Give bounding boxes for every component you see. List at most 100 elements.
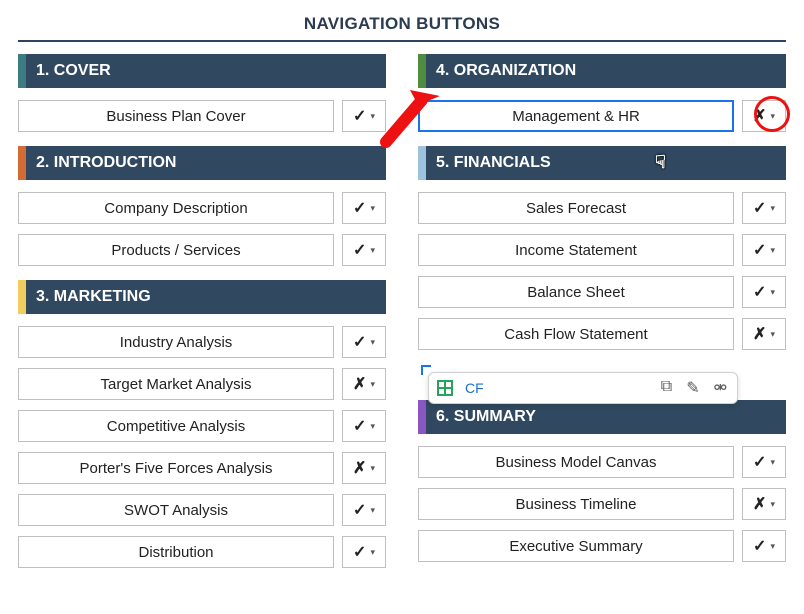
- edit-icon[interactable]: ✎: [686, 378, 699, 398]
- nav-porters-five-forces[interactable]: Porter's Five Forces Analysis: [18, 452, 334, 484]
- nav-row: Business Timeline ✗ ▾: [418, 488, 786, 520]
- nav-income-statement[interactable]: Income Statement: [418, 234, 734, 266]
- popup-tools: ⧉ ✎ ⚮: [661, 378, 727, 398]
- toggle-sales-forecast[interactable]: ✓ ▾: [742, 192, 786, 224]
- mark-check-icon: ✓: [353, 106, 366, 126]
- section-header-summary: 6. SUMMARY: [418, 400, 786, 434]
- nav-row: Sales Forecast ✓ ▾: [418, 192, 786, 224]
- toggle-business-model-canvas[interactable]: ✓ ▾: [742, 446, 786, 478]
- nav-swot-analysis[interactable]: SWOT Analysis: [18, 494, 334, 526]
- nav-business-timeline[interactable]: Business Timeline: [418, 488, 734, 520]
- mark-check-icon: ✓: [753, 282, 766, 302]
- mark-cross-icon: ✗: [353, 458, 366, 478]
- nav-row: Products / Services ✓ ▾: [18, 234, 386, 266]
- nav-row: Income Statement ✓ ▾: [418, 234, 786, 266]
- nav-cash-flow-statement[interactable]: Cash Flow Statement: [418, 318, 734, 350]
- nav-row: Balance Sheet ✓ ▾: [418, 276, 786, 308]
- section-label: 4. ORGANIZATION: [426, 62, 576, 80]
- nav-company-description[interactable]: Company Description: [18, 192, 334, 224]
- section-header-introduction: 2. INTRODUCTION: [18, 146, 386, 180]
- caret-down-icon: ▾: [770, 203, 775, 214]
- nav-sales-forecast[interactable]: Sales Forecast: [418, 192, 734, 224]
- toggle-business-timeline[interactable]: ✗ ▾: [742, 488, 786, 520]
- toggle-swot-analysis[interactable]: ✓ ▾: [342, 494, 386, 526]
- toggle-balance-sheet[interactable]: ✓ ▾: [742, 276, 786, 308]
- toggle-executive-summary[interactable]: ✓ ▾: [742, 530, 786, 562]
- columns: 1. COVER Business Plan Cover ✓ ▾ 2. INTR…: [18, 54, 786, 578]
- nav-row: Executive Summary ✓ ▾: [418, 530, 786, 562]
- nav-row: Porter's Five Forces Analysis ✗ ▾: [18, 452, 386, 484]
- caret-down-icon: ▾: [370, 505, 375, 516]
- link-popup: CF ⧉ ✎ ⚮: [428, 372, 738, 404]
- nav-row: Competitive Analysis ✓ ▾: [18, 410, 386, 442]
- nav-products-services[interactable]: Products / Services: [18, 234, 334, 266]
- nav-row: Business Model Canvas ✓ ▾: [418, 446, 786, 478]
- section-label: 6. SUMMARY: [426, 408, 536, 426]
- mark-cross-icon: ✗: [753, 494, 766, 514]
- mark-check-icon: ✓: [353, 198, 366, 218]
- nav-industry-analysis[interactable]: Industry Analysis: [18, 326, 334, 358]
- nav-distribution[interactable]: Distribution: [18, 536, 334, 568]
- toggle-industry-analysis[interactable]: ✓ ▾: [342, 326, 386, 358]
- nav-row: Distribution ✓ ▾: [18, 536, 386, 568]
- selection-corner-icon: [421, 365, 431, 375]
- toggle-cash-flow-statement[interactable]: ✗ ▾: [742, 318, 786, 350]
- mark-check-icon: ✓: [353, 332, 366, 352]
- toggle-porters-five-forces[interactable]: ✗ ▾: [342, 452, 386, 484]
- accent-cover: [18, 54, 26, 88]
- caret-down-icon: ▾: [370, 337, 375, 348]
- nav-row: Industry Analysis ✓ ▾: [18, 326, 386, 358]
- section-label: 3. MARKETING: [26, 288, 151, 306]
- mark-check-icon: ✓: [353, 416, 366, 436]
- mark-cross-icon: ✗: [753, 106, 766, 126]
- caret-down-icon: ▾: [770, 111, 775, 122]
- mark-check-icon: ✓: [353, 240, 366, 260]
- toggle-products-services[interactable]: ✓ ▾: [342, 234, 386, 266]
- section-label: 2. INTRODUCTION: [26, 154, 176, 172]
- caret-down-icon: ▾: [770, 245, 775, 256]
- page-title: NAVIGATION BUTTONS: [18, 14, 786, 42]
- caret-down-icon: ▾: [770, 329, 775, 340]
- nav-row: Business Plan Cover ✓ ▾: [18, 100, 386, 132]
- toggle-target-market-analysis[interactable]: ✗ ▾: [342, 368, 386, 400]
- accent-summary: [418, 400, 426, 434]
- nav-balance-sheet[interactable]: Balance Sheet: [418, 276, 734, 308]
- toggle-distribution[interactable]: ✓ ▾: [342, 536, 386, 568]
- toggle-income-statement[interactable]: ✓ ▾: [742, 234, 786, 266]
- nav-business-plan-cover[interactable]: Business Plan Cover: [18, 100, 334, 132]
- table-icon: [437, 380, 453, 396]
- caret-down-icon: ▾: [770, 499, 775, 510]
- caret-down-icon: ▾: [370, 463, 375, 474]
- section-header-organization: 4. ORGANIZATION: [418, 54, 786, 88]
- accent-introduction: [18, 146, 26, 180]
- nav-target-market-analysis[interactable]: Target Market Analysis: [18, 368, 334, 400]
- unlink-icon[interactable]: ⚮: [714, 378, 727, 398]
- toggle-management-hr[interactable]: ✗ ▾: [742, 100, 786, 132]
- accent-financials: [418, 146, 426, 180]
- caret-down-icon: ▾: [370, 379, 375, 390]
- link-label[interactable]: CF: [465, 380, 484, 396]
- toggle-competitive-analysis[interactable]: ✓ ▾: [342, 410, 386, 442]
- mark-check-icon: ✓: [753, 240, 766, 260]
- nav-row: Management & HR ✗ ▾: [418, 100, 786, 132]
- mark-check-icon: ✓: [353, 542, 366, 562]
- caret-down-icon: ▾: [370, 547, 375, 558]
- nav-row: SWOT Analysis ✓ ▾: [18, 494, 386, 526]
- nav-management-hr[interactable]: Management & HR: [418, 100, 734, 132]
- caret-down-icon: ▾: [770, 457, 775, 468]
- nav-executive-summary[interactable]: Executive Summary: [418, 530, 734, 562]
- hand-cursor-icon: ☟: [655, 152, 666, 173]
- toggle-company-description[interactable]: ✓ ▾: [342, 192, 386, 224]
- caret-down-icon: ▾: [370, 421, 375, 432]
- caret-down-icon: ▾: [370, 111, 375, 122]
- mark-check-icon: ✓: [353, 500, 366, 520]
- section-label: 5. FINANCIALS: [426, 154, 551, 172]
- toggle-business-plan-cover[interactable]: ✓ ▾: [342, 100, 386, 132]
- nav-row: Cash Flow Statement ✗ ▾: [418, 318, 786, 350]
- accent-organization: [418, 54, 426, 88]
- caret-down-icon: ▾: [370, 245, 375, 256]
- copy-icon[interactable]: ⧉: [661, 378, 672, 398]
- nav-row: Target Market Analysis ✗ ▾: [18, 368, 386, 400]
- nav-competitive-analysis[interactable]: Competitive Analysis: [18, 410, 334, 442]
- nav-business-model-canvas[interactable]: Business Model Canvas: [418, 446, 734, 478]
